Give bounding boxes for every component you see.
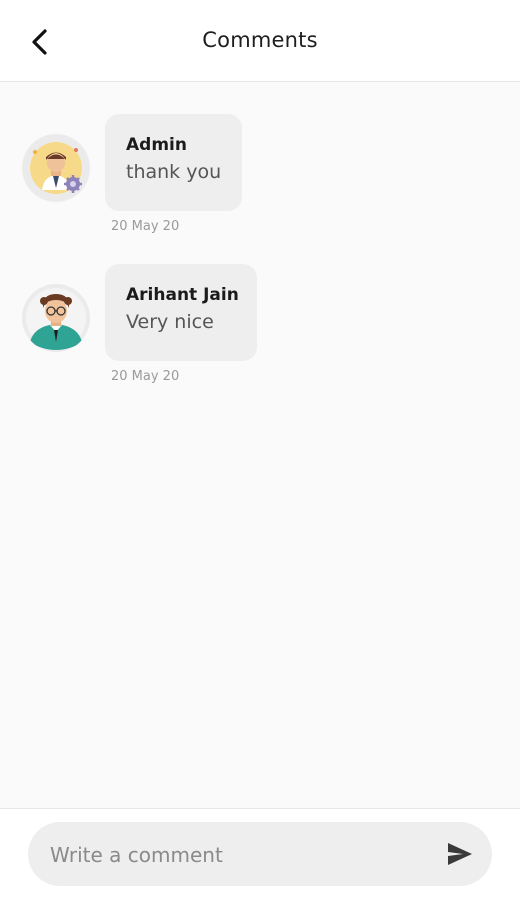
comment-date: 20 May 20 [111,369,180,384]
comment-list: Admin thank you 20 May 20 Arihant Jain V… [0,82,520,808]
comment-composer [0,808,520,900]
admin-avatar-icon [30,142,82,194]
avatar[interactable] [22,284,90,352]
comment-input[interactable] [48,822,432,888]
page-title: Comments [202,28,318,52]
app-header: Comments [0,0,520,82]
comment-date: 20 May 20 [111,219,180,234]
send-button[interactable] [446,840,474,868]
send-icon [448,843,472,865]
comment-text: thank you [126,161,222,183]
user-avatar-icon [22,284,90,352]
comment-bubble: Arihant Jain Very nice [105,264,257,361]
comment-bubble: Admin thank you [105,114,242,211]
comment-author: Arihant Jain [126,285,239,305]
comment-input-wrapper [28,822,492,888]
comment-item: Admin thank you 20 May 20 [0,114,520,244]
comment-text: Very nice [126,311,214,333]
comment-item: Arihant Jain Very nice 20 May 20 [0,264,520,394]
avatar[interactable] [22,134,90,202]
comment-author: Admin [126,135,187,155]
